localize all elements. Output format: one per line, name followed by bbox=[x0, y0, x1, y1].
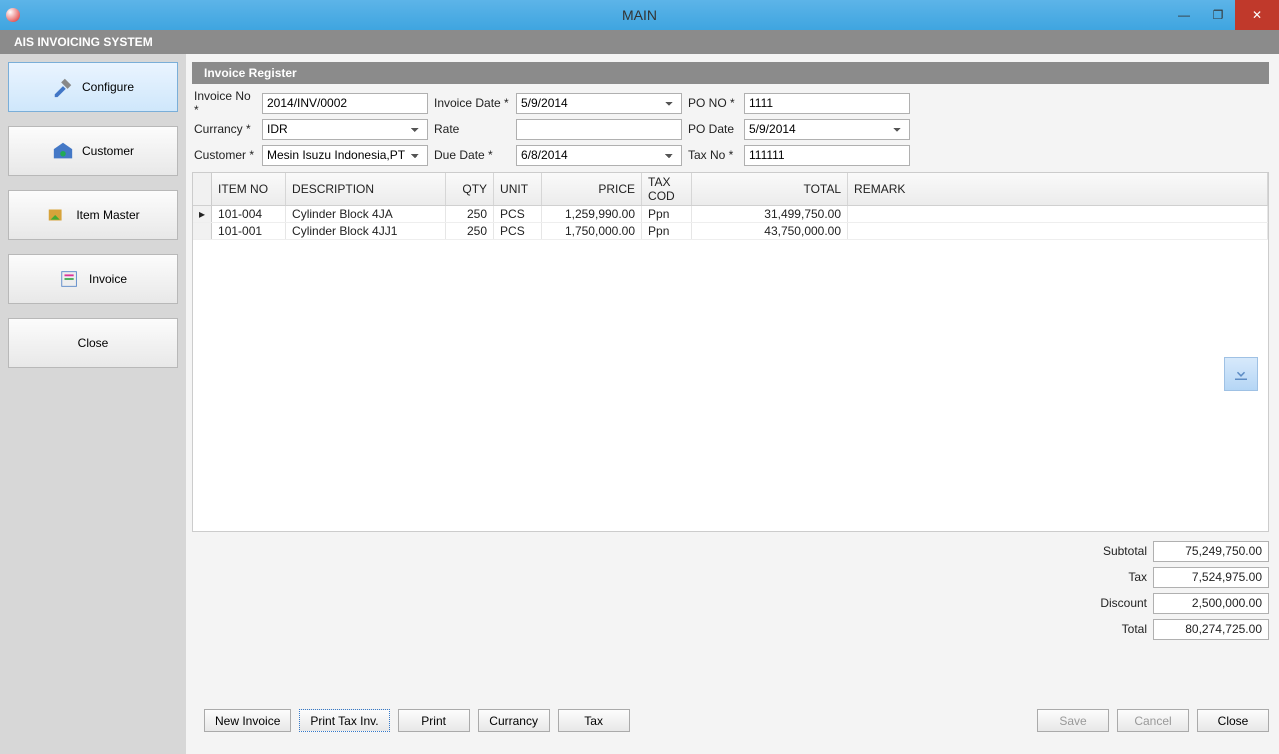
panel-title: Invoice Register bbox=[192, 62, 1269, 84]
cell-tax-code[interactable]: Ppn bbox=[642, 206, 692, 223]
label-total: Total bbox=[1077, 622, 1147, 636]
cell-total[interactable]: 43,750,000.00 bbox=[692, 223, 848, 240]
value-total: 80,274,725.00 bbox=[1153, 619, 1269, 640]
window-title: MAIN bbox=[622, 7, 657, 23]
print-button[interactable]: Print bbox=[398, 709, 470, 732]
sidebar-item-invoice[interactable]: Invoice bbox=[8, 254, 178, 304]
label-discount: Discount bbox=[1077, 596, 1147, 610]
tax-button[interactable]: Tax bbox=[558, 709, 630, 732]
customer-icon bbox=[52, 140, 74, 162]
configure-icon bbox=[52, 76, 74, 98]
value-tax: 7,524,975.00 bbox=[1153, 567, 1269, 588]
currency-field[interactable]: IDR bbox=[262, 119, 428, 140]
totals: Subtotal 75,249,750.00 Tax 7,524,975.00 Di… bbox=[969, 538, 1269, 642]
cell-total[interactable]: 31,499,750.00 bbox=[692, 206, 848, 223]
value-subtotal: 75,249,750.00 bbox=[1153, 541, 1269, 562]
label-rate: Rate bbox=[434, 122, 510, 136]
cell-item-no[interactable]: 101-004 bbox=[212, 206, 286, 223]
sidebar-item-label: Configure bbox=[82, 80, 134, 94]
cell-remark[interactable] bbox=[848, 223, 1268, 240]
close-button[interactable]: ✕ bbox=[1235, 0, 1279, 30]
sidebar-item-label: Customer bbox=[82, 144, 134, 158]
col-unit[interactable]: UNIT bbox=[494, 173, 542, 206]
cell-unit[interactable]: PCS bbox=[494, 223, 542, 240]
label-customer: Customer * bbox=[192, 148, 256, 162]
sidebar-item-close[interactable]: Close bbox=[8, 318, 178, 368]
rate-field[interactable] bbox=[516, 119, 682, 140]
sidebar-item-label: Item Master bbox=[76, 208, 139, 222]
cell-qty[interactable]: 250 bbox=[446, 206, 494, 223]
cell-remark[interactable] bbox=[848, 206, 1268, 223]
invoice-date-field[interactable]: 5/9/2014 bbox=[516, 93, 682, 114]
cancel-button[interactable]: Cancel bbox=[1117, 709, 1189, 732]
row-indicator: ▸ bbox=[193, 206, 212, 223]
window-controls: — ❐ ✕ bbox=[1167, 0, 1279, 30]
cell-description[interactable]: Cylinder Block 4JJ1 bbox=[286, 223, 446, 240]
customer-field[interactable]: Mesin Isuzu Indonesia,PT bbox=[262, 145, 428, 166]
print-tax-inv-button[interactable]: Print Tax Inv. bbox=[299, 709, 389, 732]
label-po-date: PO Date bbox=[688, 122, 738, 136]
cell-unit[interactable]: PCS bbox=[494, 206, 542, 223]
main-panel: Invoice Register Invoice No * Invoice Da… bbox=[186, 54, 1279, 754]
cell-price[interactable]: 1,259,990.00 bbox=[542, 206, 642, 223]
save-button[interactable]: Save bbox=[1037, 709, 1109, 732]
items-grid[interactable]: ITEM NO DESCRIPTION QTY UNIT PRICE TAX C… bbox=[192, 172, 1269, 532]
label-po-no: PO NO * bbox=[688, 96, 738, 110]
sidebar-item-customer[interactable]: Customer bbox=[8, 126, 178, 176]
table-row[interactable]: ▸101-004Cylinder Block 4JA250PCS1,259,99… bbox=[193, 206, 1268, 223]
download-button[interactable] bbox=[1224, 357, 1258, 391]
currency-button[interactable]: Currancy bbox=[478, 709, 550, 732]
col-item-no[interactable]: ITEM NO bbox=[212, 173, 286, 206]
cell-qty[interactable]: 250 bbox=[446, 223, 494, 240]
cell-price[interactable]: 1,750,000.00 bbox=[542, 223, 642, 240]
invoice-icon bbox=[59, 268, 81, 290]
app-title: AIS INVOICING SYSTEM bbox=[0, 30, 1279, 54]
due-date-field[interactable]: 6/8/2014 bbox=[516, 145, 682, 166]
col-remark[interactable]: REMARK bbox=[848, 173, 1268, 206]
workspace: Configure Customer Item Master Invoice C… bbox=[0, 54, 1279, 754]
label-subtotal: Subtotal bbox=[1077, 544, 1147, 558]
close-button-footer[interactable]: Close bbox=[1197, 709, 1269, 732]
minimize-button[interactable]: — bbox=[1167, 0, 1201, 30]
sidebar: Configure Customer Item Master Invoice C… bbox=[0, 54, 186, 754]
table-row[interactable]: 101-001Cylinder Block 4JJ1250PCS1,750,00… bbox=[193, 223, 1268, 240]
titlebar: MAIN — ❐ ✕ bbox=[0, 0, 1279, 30]
grid-row-header bbox=[193, 173, 212, 206]
sidebar-item-label: Close bbox=[78, 336, 109, 350]
label-invoice-date: Invoice Date * bbox=[434, 96, 510, 110]
col-qty[interactable]: QTY bbox=[446, 173, 494, 206]
po-date-field[interactable]: 5/9/2014 bbox=[744, 119, 910, 140]
cell-item-no[interactable]: 101-001 bbox=[212, 223, 286, 240]
invoice-no-field[interactable] bbox=[262, 93, 428, 114]
value-discount: 2,500,000.00 bbox=[1153, 593, 1269, 614]
cell-description[interactable]: Cylinder Block 4JA bbox=[286, 206, 446, 223]
col-total[interactable]: TOTAL bbox=[692, 173, 848, 206]
form-area: Invoice No * Invoice Date * 5/9/2014 PO … bbox=[192, 84, 1269, 172]
sidebar-item-configure[interactable]: Configure bbox=[8, 62, 178, 112]
col-description[interactable]: DESCRIPTION bbox=[286, 173, 446, 206]
po-no-field[interactable] bbox=[744, 93, 910, 114]
sidebar-item-label: Invoice bbox=[89, 272, 127, 286]
label-invoice-no: Invoice No * bbox=[192, 89, 256, 117]
col-tax-code[interactable]: TAX COD bbox=[642, 173, 692, 206]
label-due-date: Due Date * bbox=[434, 148, 510, 162]
footer: New Invoice Print Tax Inv. Print Curranc… bbox=[192, 699, 1269, 746]
label-tax-no: Tax No * bbox=[688, 148, 738, 162]
row-indicator bbox=[193, 223, 212, 240]
new-invoice-button[interactable]: New Invoice bbox=[204, 709, 291, 732]
label-currency: Currancy * bbox=[192, 122, 256, 136]
item-master-icon bbox=[46, 204, 68, 226]
cell-tax-code[interactable]: Ppn bbox=[642, 223, 692, 240]
col-price[interactable]: PRICE bbox=[542, 173, 642, 206]
label-tax: Tax bbox=[1077, 570, 1147, 584]
tax-no-field[interactable] bbox=[744, 145, 910, 166]
sidebar-item-item-master[interactable]: Item Master bbox=[8, 190, 178, 240]
arrow-down-icon bbox=[1232, 365, 1250, 383]
app-icon bbox=[6, 8, 20, 22]
maximize-button[interactable]: ❐ bbox=[1201, 0, 1235, 30]
